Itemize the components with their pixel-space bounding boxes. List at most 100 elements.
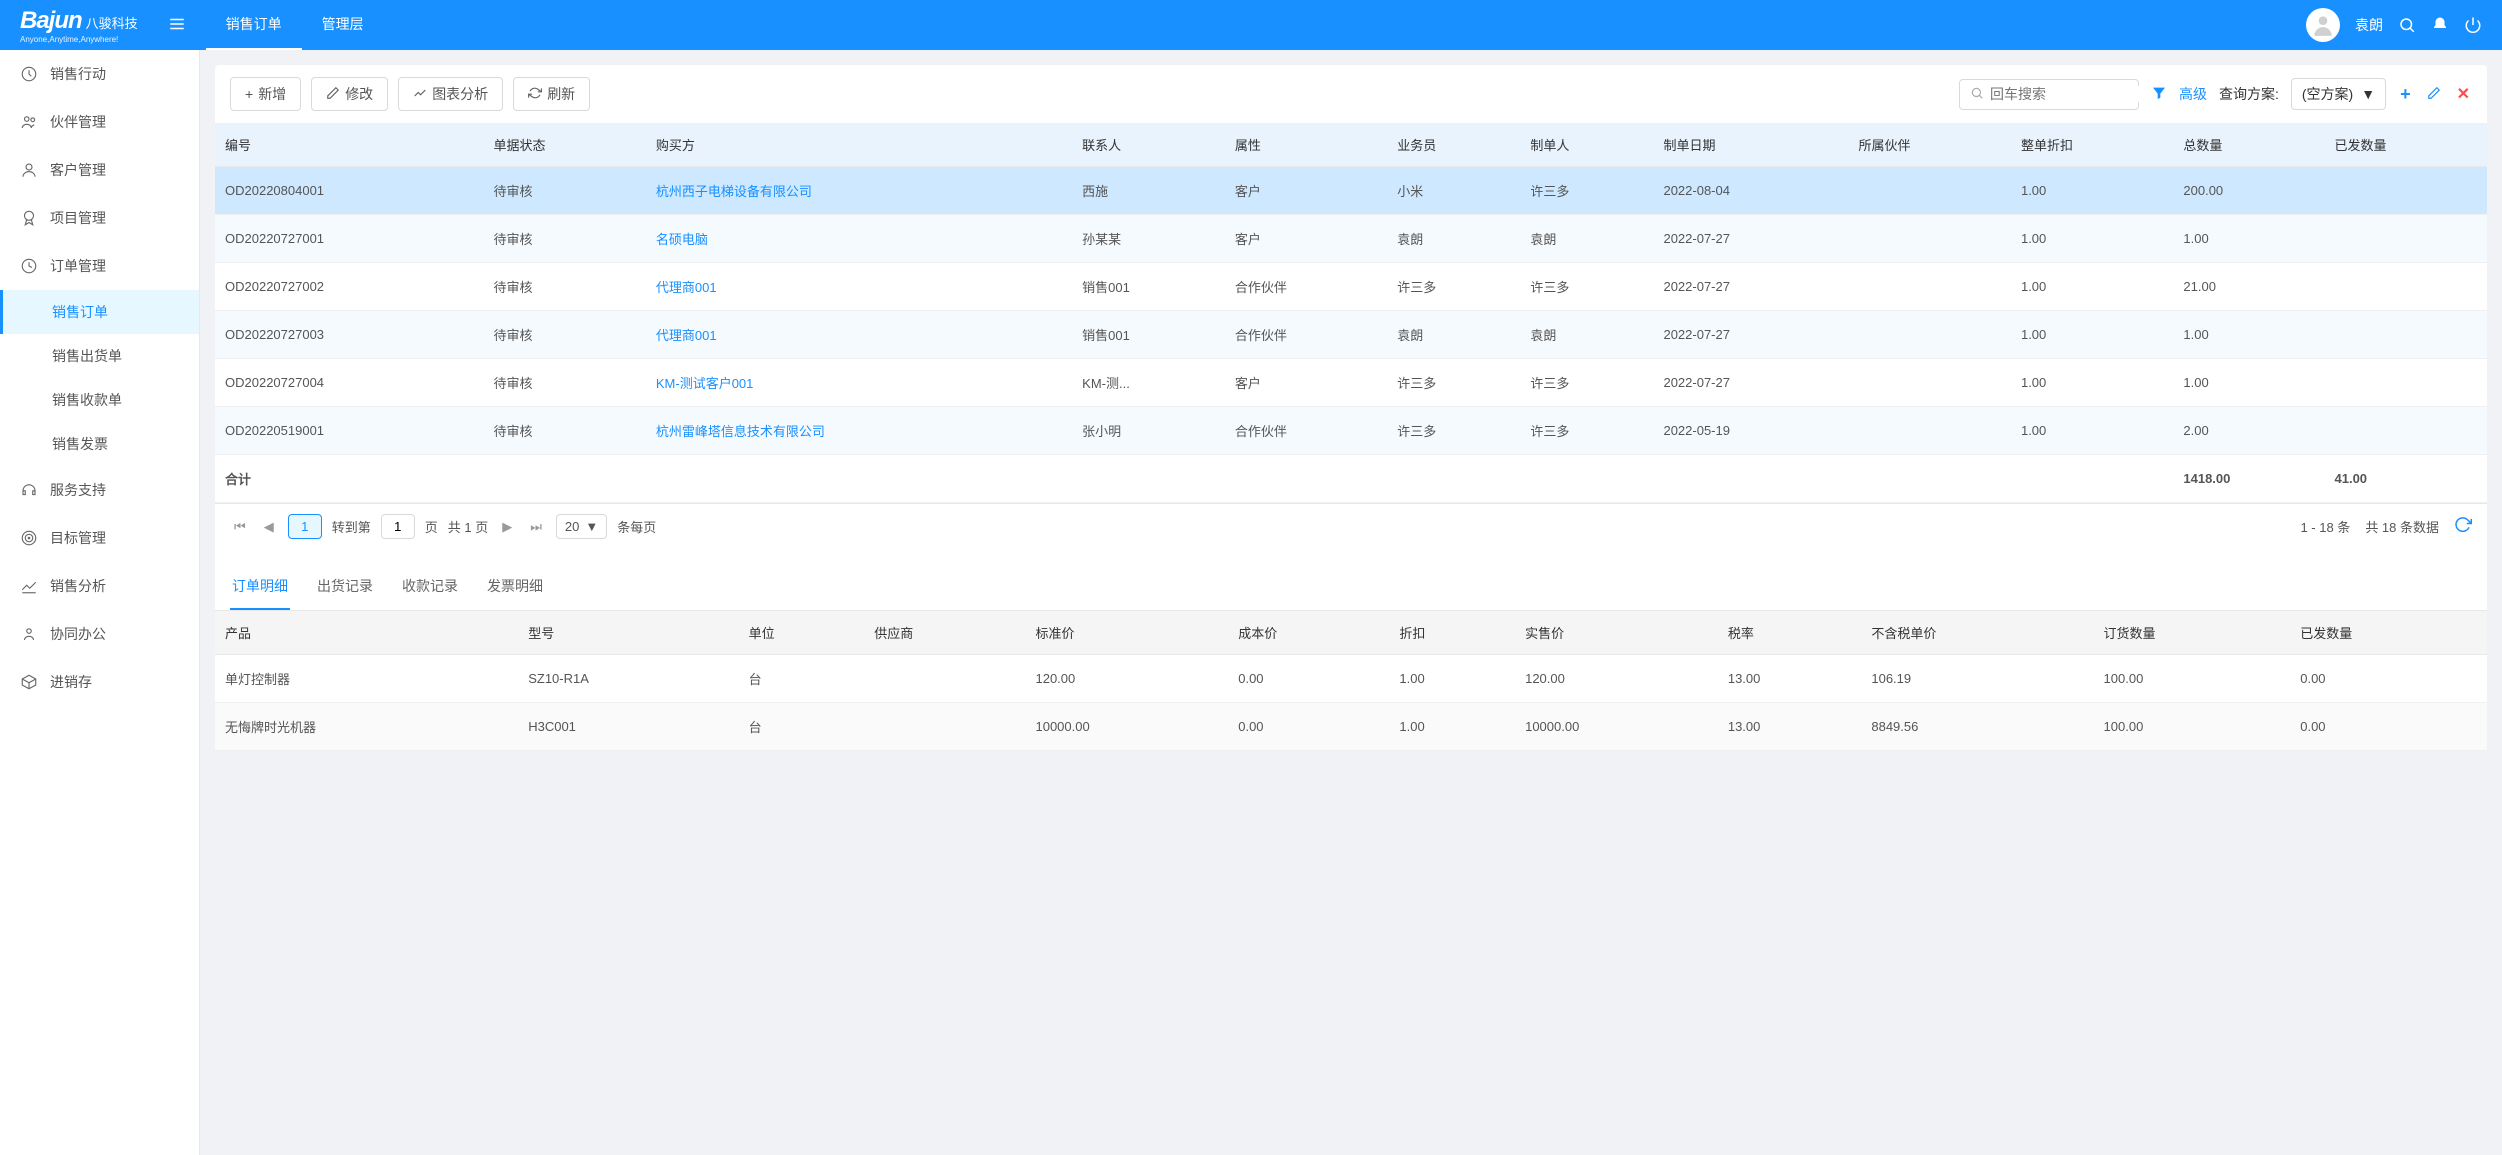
power-icon[interactable] bbox=[2464, 16, 2482, 34]
bell-icon[interactable] bbox=[2431, 16, 2449, 34]
sidebar-item[interactable]: 销售分析 bbox=[0, 562, 199, 610]
column-header[interactable]: 整单折扣 bbox=[2011, 123, 2173, 167]
detail-tab[interactable]: 发票明细 bbox=[485, 564, 545, 610]
edit-button[interactable]: 修改 bbox=[311, 77, 388, 111]
table-row[interactable]: OD20220804001待审核杭州西子电梯设备有限公司西施客户小米许三多202… bbox=[215, 167, 2487, 215]
column-header[interactable]: 制单日期 bbox=[1653, 123, 1848, 167]
detail-tab[interactable]: 订单明细 bbox=[230, 564, 290, 610]
username[interactable]: 袁朗 bbox=[2355, 15, 2383, 35]
column-header[interactable]: 制单人 bbox=[1520, 123, 1653, 167]
detail-column-header[interactable]: 单位 bbox=[739, 611, 865, 655]
detail-column-header[interactable]: 产品 bbox=[215, 611, 518, 655]
award-icon bbox=[20, 209, 38, 227]
sidebar-sub-item[interactable]: 销售发票 bbox=[0, 422, 199, 466]
add-button[interactable]: +新增 bbox=[230, 77, 301, 111]
sidebar-item[interactable]: 协同办公 bbox=[0, 610, 199, 658]
search-box[interactable] bbox=[1959, 79, 2139, 110]
buyer-link[interactable]: 代理商001 bbox=[656, 328, 717, 343]
table-row[interactable]: OD20220727003待审核代理商001销售001合作伙伴袁朗袁朗2022-… bbox=[215, 311, 2487, 359]
page-size-select[interactable]: 20 ▼ bbox=[556, 514, 607, 539]
detail-column-header[interactable]: 标准价 bbox=[1025, 611, 1228, 655]
goto-input[interactable] bbox=[381, 514, 415, 539]
filter-icon[interactable] bbox=[2151, 85, 2167, 104]
prev-page-icon[interactable]: ◀ bbox=[260, 515, 278, 539]
detail-row[interactable]: 单灯控制器SZ10-R1A台120.000.001.00120.0013.001… bbox=[215, 655, 2487, 703]
detail-column-header[interactable]: 税率 bbox=[1718, 611, 1862, 655]
delete-scheme-icon[interactable]: ✕ bbox=[2455, 82, 2472, 106]
chart-button[interactable]: 图表分析 bbox=[398, 77, 503, 111]
detail-column-header[interactable]: 订货数量 bbox=[2094, 611, 2291, 655]
column-header[interactable]: 编号 bbox=[215, 123, 483, 167]
column-header[interactable]: 单据状态 bbox=[483, 123, 645, 167]
detail-column-header[interactable]: 折扣 bbox=[1389, 611, 1515, 655]
first-page-icon[interactable]: ⏮ bbox=[230, 515, 250, 539]
search-icon bbox=[1970, 86, 1984, 103]
column-header[interactable]: 联系人 bbox=[1072, 123, 1225, 167]
scheme-label: 查询方案: bbox=[2219, 84, 2279, 104]
detail-row[interactable]: 无悔牌时光机器H3C001台10000.000.001.0010000.0013… bbox=[215, 703, 2487, 751]
sidebar-item[interactable]: 客户管理 bbox=[0, 146, 199, 194]
toolbar: +新增 修改 图表分析 刷新 高级 查询方案: (空方案) ▼ bbox=[215, 65, 2487, 123]
column-header[interactable]: 所属伙伴 bbox=[1849, 123, 2011, 167]
column-header[interactable]: 总数量 bbox=[2173, 123, 2324, 167]
detail-column-header[interactable]: 已发数量 bbox=[2290, 611, 2487, 655]
table-row[interactable]: OD20220727001待审核名硕电脑孙某某客户袁朗袁朗2022-07-271… bbox=[215, 215, 2487, 263]
column-header[interactable]: 购买方 bbox=[646, 123, 1072, 167]
sidebar-item[interactable]: 进销存 bbox=[0, 658, 199, 706]
pager-refresh-icon[interactable] bbox=[2454, 516, 2472, 537]
order-table: 编号单据状态购买方联系人属性业务员制单人制单日期所属伙伴整单折扣总数量已发数量 … bbox=[215, 123, 2487, 503]
last-page-icon[interactable]: ⏭ bbox=[526, 515, 546, 539]
avatar[interactable] bbox=[2306, 8, 2340, 42]
buyer-link[interactable]: 杭州西子电梯设备有限公司 bbox=[656, 184, 812, 199]
detail-column-header[interactable]: 成本价 bbox=[1228, 611, 1389, 655]
top-tabs: 销售订单 管理层 bbox=[206, 0, 384, 50]
tab-sales-order[interactable]: 销售订单 bbox=[206, 0, 302, 50]
sidebar-item[interactable]: 伙伴管理 bbox=[0, 98, 199, 146]
scheme-select[interactable]: (空方案) ▼ bbox=[2291, 78, 2386, 110]
column-header[interactable]: 属性 bbox=[1225, 123, 1387, 167]
buyer-link[interactable]: 代理商001 bbox=[656, 280, 717, 295]
column-header[interactable]: 已发数量 bbox=[2325, 123, 2488, 167]
buyer-link[interactable]: 名硕电脑 bbox=[656, 232, 708, 247]
total-label: 共 18 条数据 bbox=[2365, 517, 2439, 536]
next-page-icon[interactable]: ▶ bbox=[498, 515, 516, 539]
tab-management[interactable]: 管理层 bbox=[302, 0, 384, 50]
table-row[interactable]: OD20220519001待审核杭州雷峰塔信息技术有限公司张小明合作伙伴许三多许… bbox=[215, 407, 2487, 455]
chart-icon bbox=[413, 86, 427, 103]
table-row[interactable]: OD20220727002待审核代理商001销售001合作伙伴许三多许三多202… bbox=[215, 263, 2487, 311]
detail-tab[interactable]: 出货记录 bbox=[315, 564, 375, 610]
edit-scheme-icon[interactable] bbox=[2425, 84, 2443, 105]
detail-column-header[interactable]: 型号 bbox=[518, 611, 738, 655]
search-icon[interactable] bbox=[2398, 16, 2416, 34]
pencil-icon bbox=[326, 86, 340, 103]
footer-total: 1418.00 bbox=[2173, 455, 2324, 503]
buyer-link[interactable]: KM-测试客户001 bbox=[656, 376, 754, 391]
sidebar-item[interactable]: 项目管理 bbox=[0, 194, 199, 242]
detail-column-header[interactable]: 实售价 bbox=[1515, 611, 1718, 655]
column-header[interactable]: 业务员 bbox=[1387, 123, 1520, 167]
header: Bajun 八骏科技 Anyone,Anytime,Anywhere! 销售订单… bbox=[0, 0, 2502, 50]
buyer-link[interactable]: 杭州雷峰塔信息技术有限公司 bbox=[656, 424, 825, 439]
sidebar-item[interactable]: 销售行动 bbox=[0, 50, 199, 98]
detail-tab[interactable]: 收款记录 bbox=[400, 564, 460, 610]
goto-label: 转到第 bbox=[332, 517, 371, 536]
sidebar-item[interactable]: 订单管理 bbox=[0, 242, 199, 290]
advanced-link[interactable]: 高级 bbox=[2179, 84, 2207, 104]
page-number[interactable]: 1 bbox=[288, 514, 322, 539]
person2-icon bbox=[20, 625, 38, 643]
detail-column-header[interactable]: 不含税单价 bbox=[1861, 611, 2093, 655]
sidebar-sub-item[interactable]: 销售出货单 bbox=[0, 334, 199, 378]
sidebar-sub-item[interactable]: 销售订单 bbox=[0, 290, 199, 334]
sidebar-item[interactable]: 服务支持 bbox=[0, 466, 199, 514]
detail-tabs: 订单明细出货记录收款记录发票明细 bbox=[215, 564, 2487, 611]
menu-toggle-icon[interactable] bbox=[168, 15, 186, 36]
sidebar-sub-item[interactable]: 销售收款单 bbox=[0, 378, 199, 422]
table-row[interactable]: OD20220727004待审核KM-测试客户001KM-测...客户许三多许三… bbox=[215, 359, 2487, 407]
dashboard-icon bbox=[20, 65, 38, 83]
refresh-button[interactable]: 刷新 bbox=[513, 77, 590, 111]
add-scheme-icon[interactable]: + bbox=[2398, 82, 2413, 107]
sidebar-item[interactable]: 目标管理 bbox=[0, 514, 199, 562]
detail-column-header[interactable]: 供应商 bbox=[864, 611, 1025, 655]
search-input[interactable] bbox=[1990, 86, 2171, 102]
logo[interactable]: Bajun 八骏科技 Anyone,Anytime,Anywhere! bbox=[20, 7, 138, 44]
